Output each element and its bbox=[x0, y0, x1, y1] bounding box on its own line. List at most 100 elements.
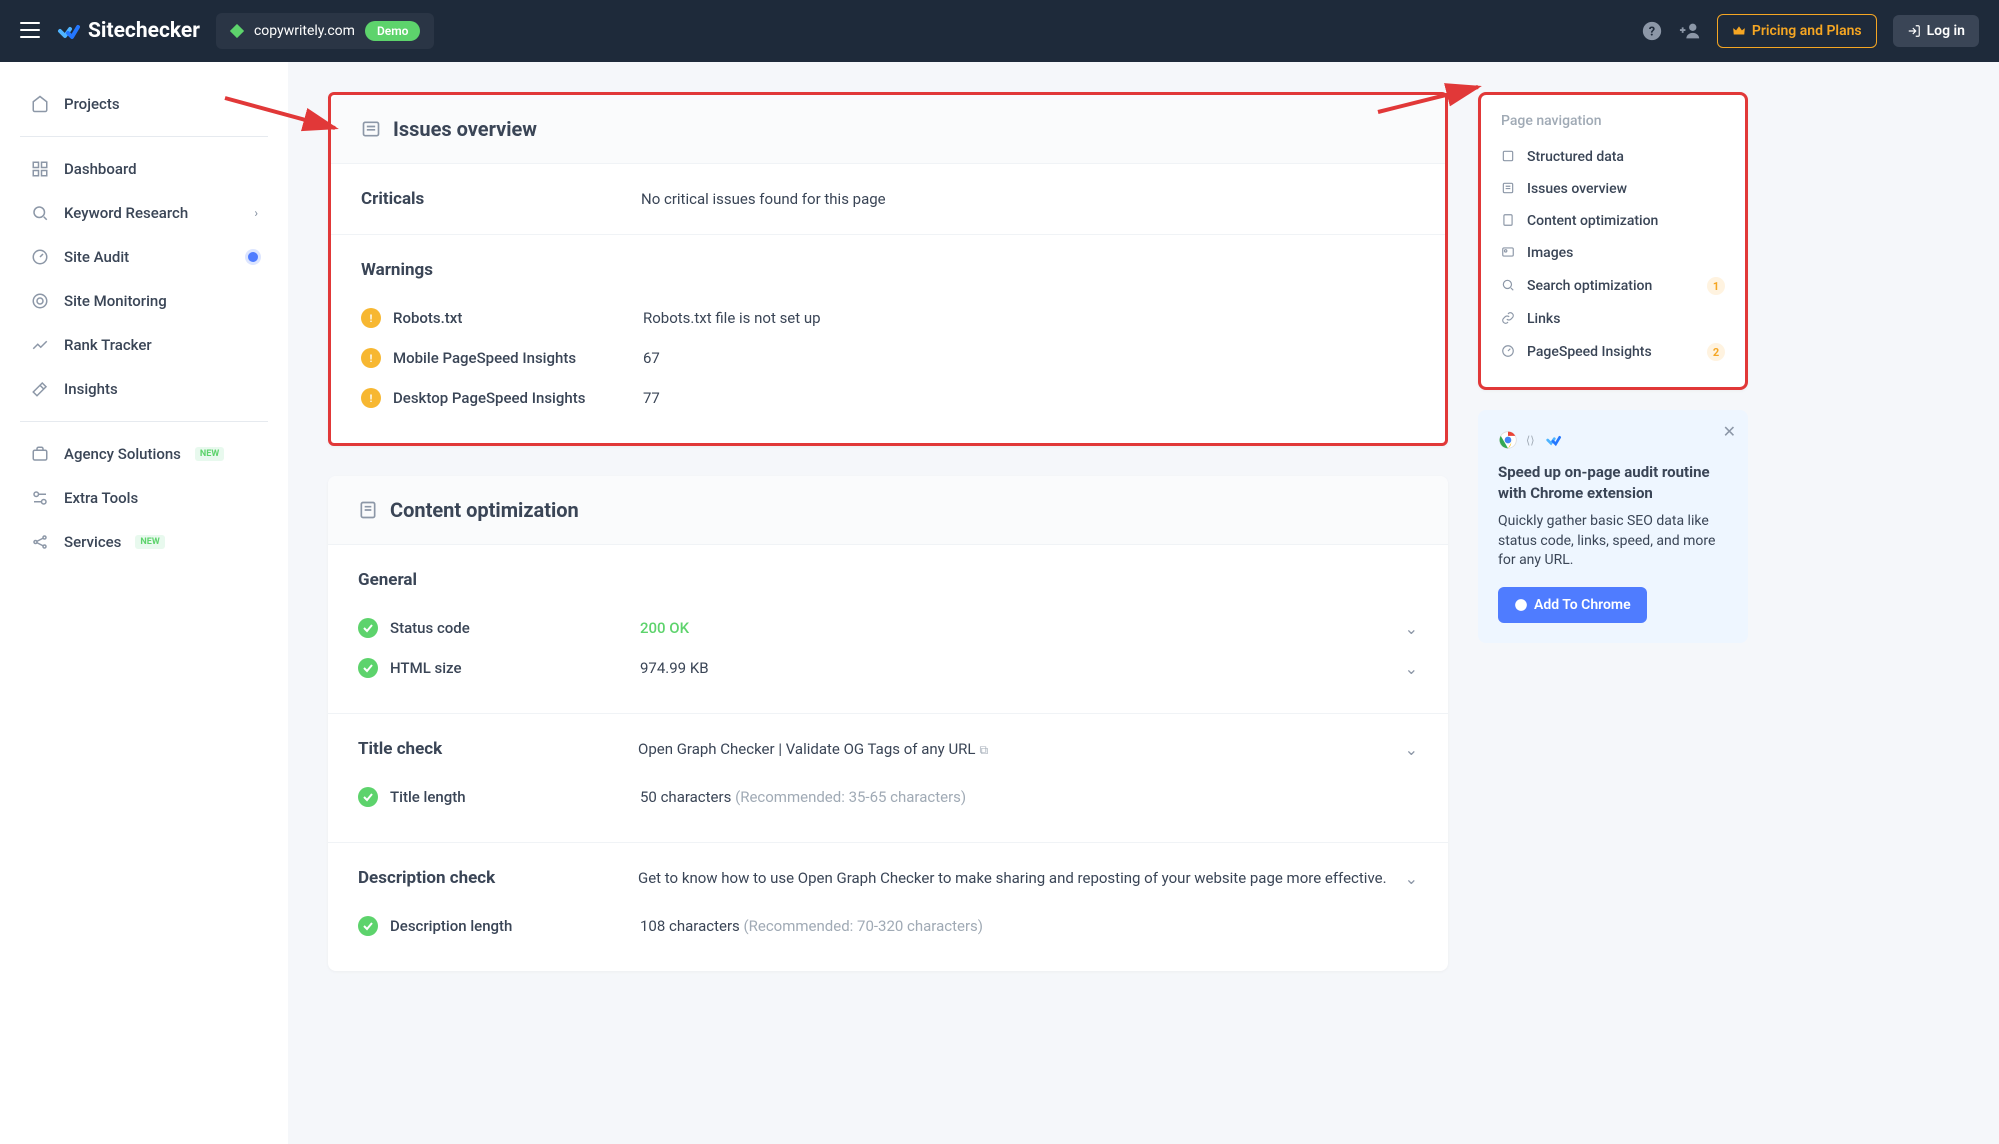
row-label: Robots.txt bbox=[393, 309, 643, 327]
promo-title: Speed up on-page audit routine with Chro… bbox=[1498, 462, 1728, 504]
general-label: General bbox=[358, 570, 1418, 590]
briefcase-icon bbox=[30, 444, 50, 464]
content-row[interactable]: Title length 50 characters (Recommended:… bbox=[358, 777, 1418, 817]
criticals-msg: No critical issues found for this page bbox=[641, 190, 1415, 208]
data-icon bbox=[1501, 149, 1517, 165]
chrome-extension-promo: ✕ ⟨⟩ Speed up on-page audit routine with… bbox=[1478, 410, 1748, 643]
count-badge: 1 bbox=[1707, 277, 1725, 295]
sidebar-item-label: Services bbox=[64, 533, 121, 551]
sidebar-item-label: Site Monitoring bbox=[64, 292, 167, 310]
sidebar-item-services[interactable]: Services NEW bbox=[0, 520, 288, 564]
nav-item-structured-data[interactable]: Structured data bbox=[1481, 141, 1745, 173]
external-link-icon[interactable]: ⧉ bbox=[980, 743, 989, 757]
check-icon bbox=[358, 787, 378, 807]
nav-item-content[interactable]: Content optimization bbox=[1481, 205, 1745, 237]
nav-item-label: Search optimization bbox=[1527, 278, 1652, 294]
chevron-right-icon: › bbox=[254, 206, 258, 220]
sidebar-item-label: Extra Tools bbox=[64, 489, 138, 507]
warnings-label: Warnings bbox=[361, 260, 1415, 280]
count-badge: 2 bbox=[1707, 343, 1725, 361]
sidebar-item-label: Keyword Research bbox=[64, 204, 188, 222]
link-icon bbox=[1501, 311, 1517, 327]
pricing-button[interactable]: Pricing and Plans bbox=[1717, 14, 1877, 48]
title-check-value: Open Graph Checker | Validate OG Tags of… bbox=[638, 740, 1405, 758]
sidebar-item-label: Agency Solutions bbox=[64, 445, 181, 463]
nav-item-pagespeed[interactable]: PageSpeed Insights 2 bbox=[1481, 335, 1745, 369]
page-navigation-panel: Page navigation Structured data Issues o… bbox=[1478, 92, 1748, 390]
new-badge: NEW bbox=[195, 447, 224, 461]
chevron-down-icon[interactable]: ⌄ bbox=[1405, 869, 1418, 888]
warning-icon: ! bbox=[361, 348, 381, 368]
nav-item-images[interactable]: Images bbox=[1481, 237, 1745, 269]
row-label: Mobile PageSpeed Insights bbox=[393, 349, 643, 367]
gauge-icon bbox=[30, 247, 50, 267]
login-icon bbox=[1907, 24, 1921, 38]
warning-icon: ! bbox=[361, 308, 381, 328]
sidebar-divider bbox=[20, 421, 268, 422]
warning-row[interactable]: ! Mobile PageSpeed Insights 67 bbox=[361, 338, 1415, 378]
warning-row[interactable]: ! Desktop PageSpeed Insights 77 bbox=[361, 378, 1415, 418]
svg-text:!: ! bbox=[370, 314, 373, 324]
content-row[interactable]: Description length 108 characters (Recom… bbox=[358, 906, 1418, 946]
document-icon bbox=[1501, 213, 1517, 229]
search-icon bbox=[1501, 278, 1517, 294]
sidebar-item-audit[interactable]: Site Audit bbox=[0, 235, 288, 279]
list-icon bbox=[361, 119, 381, 139]
sidebar-item-rank[interactable]: Rank Tracker bbox=[0, 323, 288, 367]
svg-text:?: ? bbox=[1649, 25, 1655, 40]
image-icon bbox=[1501, 245, 1517, 261]
login-button[interactable]: Log in bbox=[1893, 15, 1979, 47]
row-value: 200 OK bbox=[640, 619, 1405, 637]
nav-item-label: Issues overview bbox=[1527, 181, 1627, 197]
criticals-label: Criticals bbox=[361, 189, 641, 209]
brand-name: Sitechecker bbox=[88, 19, 200, 43]
sidebar-item-insights[interactable]: Insights bbox=[0, 367, 288, 411]
chevron-down-icon[interactable]: ⌄ bbox=[1405, 619, 1418, 638]
help-icon[interactable]: ? bbox=[1641, 20, 1663, 42]
chevron-down-icon[interactable]: ⌄ bbox=[1405, 740, 1418, 759]
sidebar-item-dashboard[interactable]: Dashboard bbox=[0, 147, 288, 191]
tools-icon bbox=[30, 488, 50, 508]
annotation-arrow-icon bbox=[1378, 77, 1488, 121]
site-selector[interactable]: copywritely.com Demo bbox=[216, 13, 434, 49]
nav-item-label: PageSpeed Insights bbox=[1527, 344, 1652, 360]
sidebar-item-label: Insights bbox=[64, 380, 118, 398]
content-optimization-card: Content optimization General Status code… bbox=[328, 476, 1448, 971]
nav-item-issues[interactable]: Issues overview bbox=[1481, 173, 1745, 205]
row-value: 974.99 KB bbox=[640, 659, 1405, 677]
sitechecker-icon bbox=[1543, 432, 1563, 448]
nav-item-links[interactable]: Links bbox=[1481, 303, 1745, 335]
sidebar-item-agency[interactable]: Agency Solutions NEW bbox=[0, 432, 288, 476]
svg-text:!: ! bbox=[370, 354, 373, 364]
nav-title: Page navigation bbox=[1481, 113, 1745, 141]
nav-item-search[interactable]: Search optimization 1 bbox=[1481, 269, 1745, 303]
sidebar-item-monitoring[interactable]: Site Monitoring bbox=[0, 279, 288, 323]
card-title: Content optimization bbox=[390, 498, 579, 522]
sidebar-item-keyword[interactable]: Keyword Research › bbox=[0, 191, 288, 235]
close-icon[interactable]: ✕ bbox=[1723, 422, 1736, 441]
new-badge: NEW bbox=[135, 535, 164, 549]
hamburger-icon[interactable] bbox=[20, 19, 40, 43]
row-label: Status code bbox=[390, 619, 640, 637]
svg-text:!: ! bbox=[370, 394, 373, 404]
crown-icon bbox=[1732, 24, 1746, 38]
content-row[interactable]: Status code 200 OK ⌄ bbox=[358, 608, 1418, 648]
wand-icon bbox=[30, 379, 50, 399]
nav-item-label: Images bbox=[1527, 245, 1573, 261]
row-label: Description length bbox=[390, 917, 640, 935]
sidebar-item-label: Rank Tracker bbox=[64, 336, 152, 354]
active-dot-icon bbox=[248, 252, 258, 262]
sidebar-item-extra[interactable]: Extra Tools bbox=[0, 476, 288, 520]
chevron-down-icon[interactable]: ⌄ bbox=[1405, 659, 1418, 678]
content-row[interactable]: HTML size 974.99 KB ⌄ bbox=[358, 648, 1418, 688]
chart-icon bbox=[30, 335, 50, 355]
brand-logo[interactable]: Sitechecker bbox=[56, 19, 200, 43]
add-user-icon[interactable] bbox=[1679, 20, 1701, 42]
row-label: Desktop PageSpeed Insights bbox=[393, 389, 643, 407]
list-icon bbox=[1501, 181, 1517, 197]
warning-row[interactable]: ! Robots.txt Robots.txt file is not set … bbox=[361, 298, 1415, 338]
site-icon bbox=[230, 24, 244, 38]
gauge-icon bbox=[1501, 344, 1517, 360]
add-to-chrome-button[interactable]: Add To Chrome bbox=[1498, 587, 1647, 623]
target-icon bbox=[30, 291, 50, 311]
